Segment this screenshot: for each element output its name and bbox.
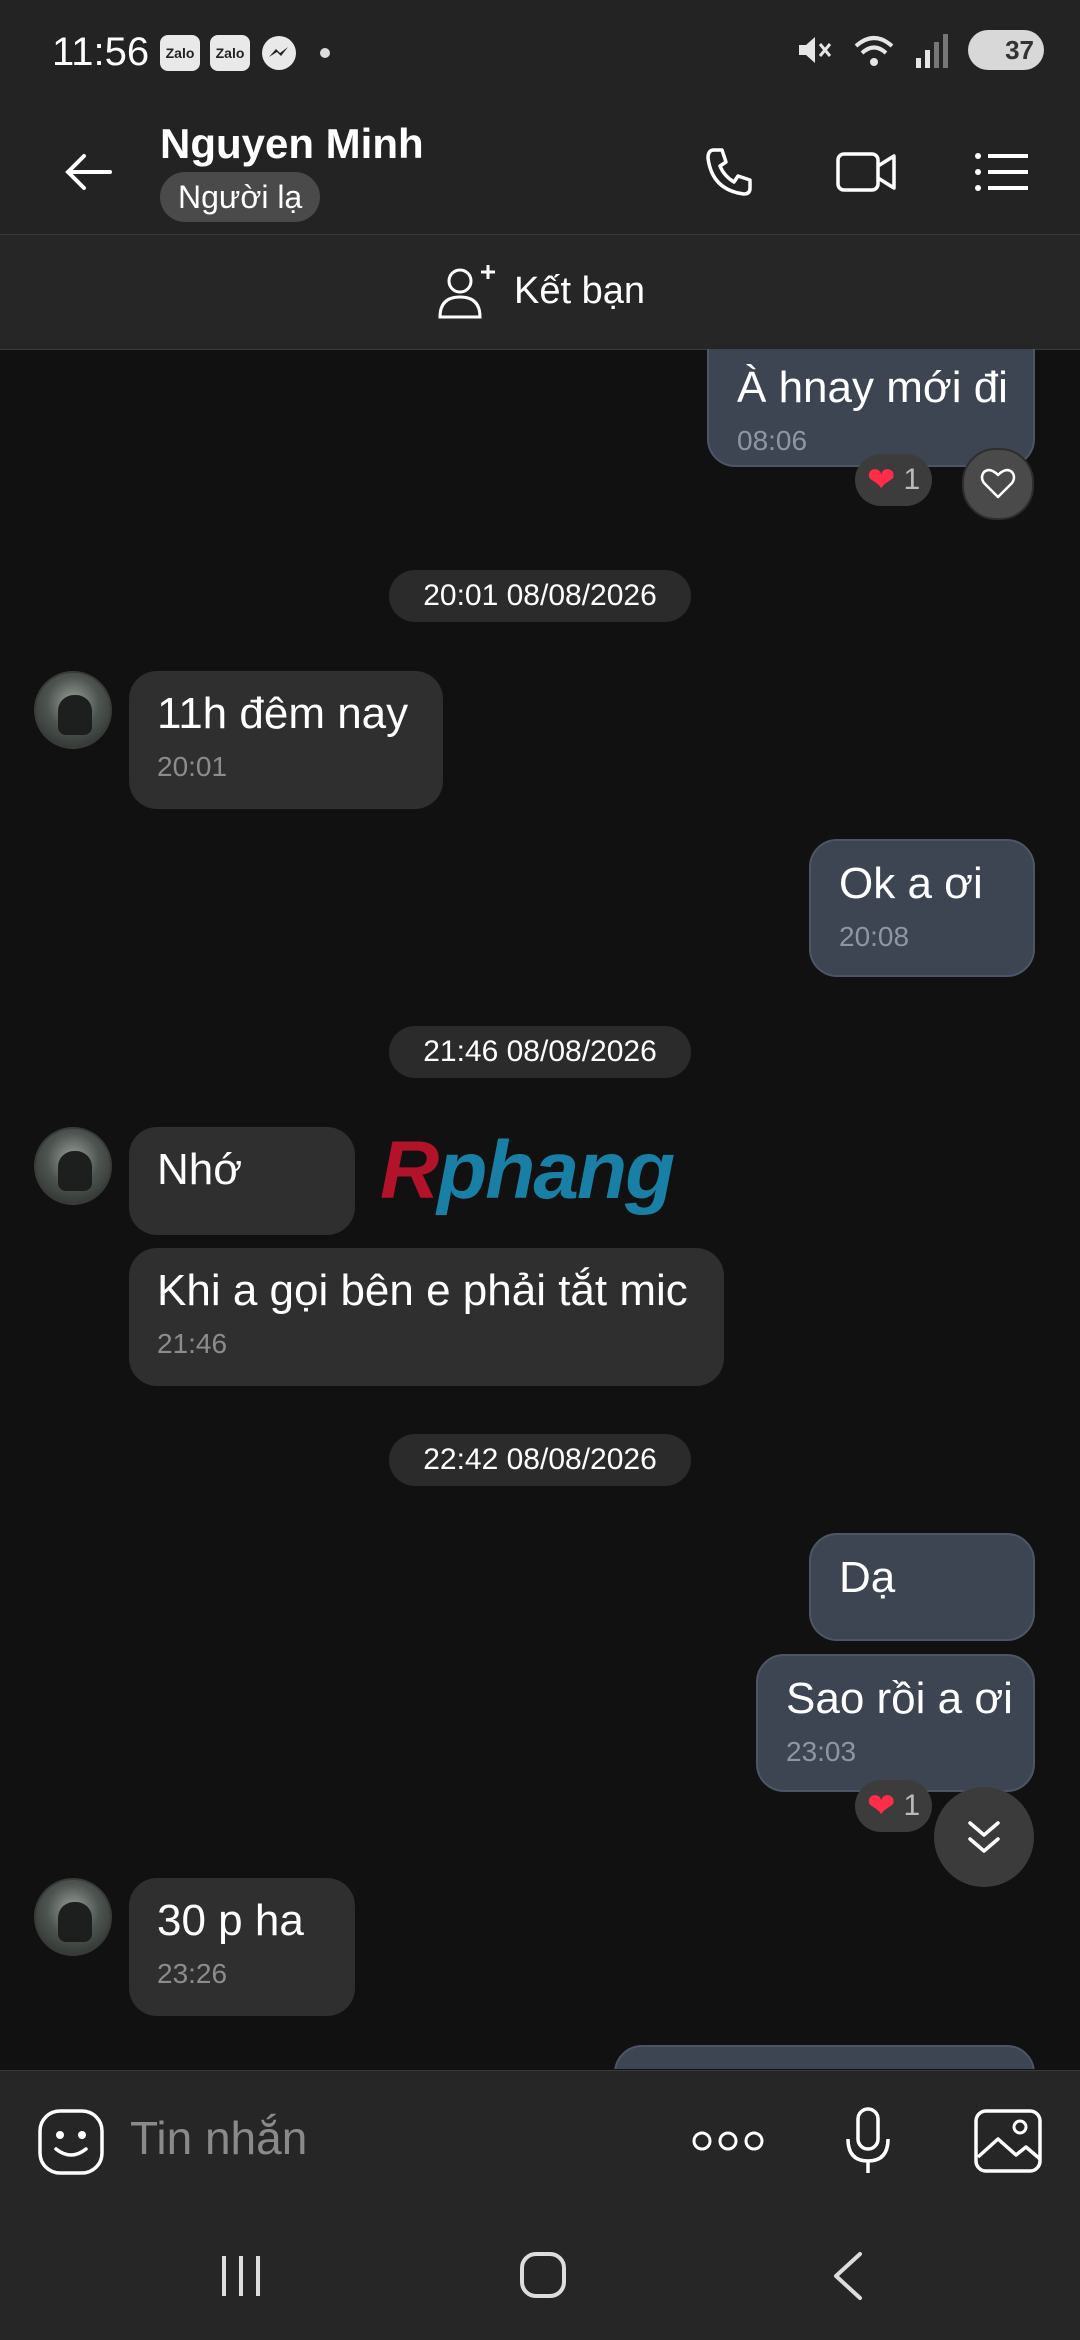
mute-icon (799, 37, 832, 63)
reaction-badge[interactable]: ❤ 1 (855, 454, 933, 506)
message-composer: Tin nhắn (0, 2070, 1080, 2211)
scroll-to-bottom-button[interactable] (934, 1787, 1034, 1887)
incoming-message[interactable]: Khi a gọi bên e phải tắt mic 21:46 (129, 1248, 724, 1386)
reaction-count: 1 (903, 463, 921, 496)
message-input[interactable]: Tin nhắn (130, 2111, 307, 2165)
message-text: 30 p ha (157, 1896, 304, 1945)
outgoing-message-partial[interactable] (614, 2045, 1035, 2069)
recent-apps-icon[interactable] (216, 2254, 266, 2298)
status-time: 11:56 (52, 30, 150, 74)
message-time: 08:06 (737, 425, 808, 456)
zalo-icon: Zalo (160, 35, 200, 71)
message-text: Dạ (839, 1553, 896, 1602)
nav-back-icon[interactable] (828, 2250, 868, 2302)
outgoing-message[interactable]: Sao rồi a ơi 23:03 (756, 1654, 1035, 1792)
message-time: 20:01 (157, 751, 228, 782)
home-icon[interactable] (518, 2250, 568, 2300)
heart-icon: ❤ (867, 461, 896, 499)
menu-list-icon[interactable] (972, 142, 1032, 202)
chat-header: Nguyen Minh Người lạ (0, 112, 1080, 234)
phone-icon[interactable] (700, 142, 760, 202)
watermark-initial: R (380, 1125, 439, 1216)
dot-icon (320, 48, 330, 58)
zalo-icon: Zalo (210, 35, 250, 71)
status-bar: 11:56 Zalo Zalo 37 (0, 0, 1080, 112)
add-friend-bar[interactable]: Kết bạn (0, 234, 1080, 350)
message-text: Sao rồi a ơi (786, 1674, 1013, 1723)
add-friend-label: Kết bạn (514, 269, 645, 312)
message-time: 20:08 (839, 921, 910, 952)
avatar[interactable] (34, 671, 112, 749)
message-text: Nhớ (157, 1145, 243, 1194)
message-time: 23:03 (786, 1736, 857, 1767)
incoming-message[interactable]: 30 p ha 23:26 (129, 1878, 355, 2016)
stranger-badge: Người lạ (160, 172, 321, 222)
outgoing-message[interactable]: Dạ (809, 1533, 1035, 1641)
system-nav-bar (0, 2210, 1080, 2340)
heart-icon: ❤ (867, 1787, 896, 1825)
message-text: Ok a ơi (839, 859, 983, 908)
image-icon[interactable] (972, 2107, 1044, 2175)
heart-outline-icon (980, 468, 1016, 499)
date-separator: 21:46 08/08/2026 (389, 1026, 691, 1078)
more-icon[interactable] (690, 2123, 766, 2159)
sticker-icon[interactable] (36, 2107, 106, 2177)
add-friend-button[interactable]: Kết bạn (436, 261, 645, 321)
wifi-icon (854, 36, 894, 66)
battery-icon: 37 (968, 30, 1044, 70)
message-time: 23:26 (157, 1958, 228, 1989)
outgoing-message[interactable]: Ok a ơi 20:08 (809, 839, 1035, 977)
reaction-count: 1 (903, 1789, 921, 1822)
add-user-icon (438, 265, 495, 319)
microphone-icon[interactable] (842, 2105, 894, 2177)
watermark-logo: Rphang (380, 1124, 675, 1218)
video-call-icon[interactable] (834, 142, 898, 202)
message-text: À hnay mới đi (737, 363, 1008, 412)
avatar[interactable] (34, 1127, 112, 1205)
system-icons: 37 (794, 30, 1044, 70)
like-button[interactable] (962, 448, 1034, 520)
avatar[interactable] (34, 1878, 112, 1956)
messenger-icon (262, 36, 296, 70)
back-arrow-icon[interactable] (58, 144, 118, 200)
signal-icon (916, 34, 948, 68)
date-separator: 22:42 08/08/2026 (389, 1434, 691, 1486)
incoming-message[interactable]: Nhớ (129, 1127, 355, 1235)
incoming-message[interactable]: 11h đêm nay 20:01 (129, 671, 443, 809)
message-time: 21:46 (157, 1328, 228, 1359)
double-chevron-down-icon (968, 1821, 1000, 1853)
reaction-badge[interactable]: ❤ 1 (855, 1780, 933, 1832)
message-text: 11h đêm nay (157, 689, 409, 738)
date-separator: 20:01 08/08/2026 (389, 570, 691, 622)
contact-name[interactable]: Nguyen Minh (160, 120, 424, 168)
message-text: Khi a gọi bên e phải tắt mic (157, 1266, 688, 1315)
notification-icons: Zalo Zalo (160, 34, 330, 72)
watermark-rest: phang (437, 1125, 675, 1216)
